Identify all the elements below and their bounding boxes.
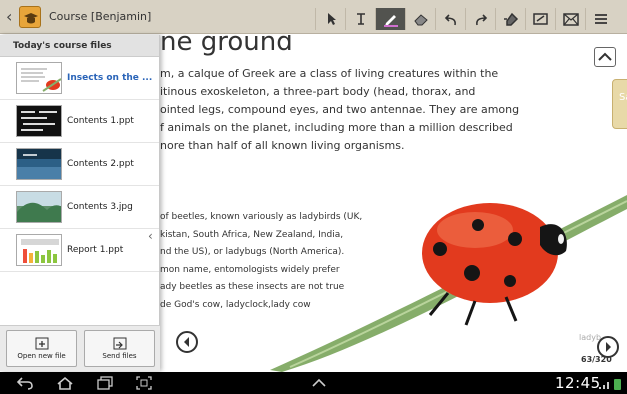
text-cursor-icon [356,13,365,25]
edit-box-icon [532,13,548,25]
ladybug-spot [433,242,447,256]
paragraph-line: nore than half of all known living organ… [160,139,405,152]
collapse-panel-icon[interactable]: ‹ [148,229,153,243]
file-thumbnail [16,62,62,94]
send-files-icon [113,337,126,350]
document-heading: ne ground [160,35,293,57]
course-app-icon[interactable] [19,6,41,28]
scroll-up-button[interactable] [594,47,616,67]
ladybug-spot [464,265,480,281]
pointer-tool-button[interactable] [315,8,345,30]
open-new-file-label: Open new file [17,352,66,360]
typography-thumbnail-icon [21,111,57,131]
file-item-contents-3[interactable]: Contents 3.jpg [0,186,159,229]
panel-actions: Open new file Send files [0,325,160,371]
file-name: Contents 2.ppt [67,159,134,169]
open-new-file-button[interactable]: Open new file [6,330,77,367]
side-tab[interactable]: Sa [612,79,627,129]
send-files-button[interactable]: Send files [84,330,155,367]
text-tool-button[interactable] [345,8,375,30]
undo-button[interactable] [435,8,465,30]
file-name: Contents 1.ppt [67,116,134,126]
recent-apps-icon[interactable] [96,376,114,390]
file-name: Contents 3.jpg [67,202,133,212]
redo-button[interactable] [465,8,495,30]
back-icon[interactable]: ‹ [6,9,16,25]
file-name: Report 1.ppt [67,245,124,255]
battery-icon [614,379,621,390]
mail-button[interactable] [555,8,585,30]
ladybug-spot [504,275,516,287]
file-thumbnail [16,191,62,223]
ladybug-spot [508,232,522,246]
arrow-right-icon [606,342,611,352]
file-item-contents-1[interactable]: Contents 1.ppt [0,100,159,143]
ladybug-image [270,195,627,372]
course-title: Course [Benjamin] [49,10,152,23]
tool-group [315,8,615,30]
ladybug-spot [472,219,484,231]
eraser-icon [413,14,428,26]
file-item-insects[interactable]: Insects on the ... [0,57,159,100]
redo-icon [475,14,487,26]
app-window: ne ground m, a calque of Greek are a cla… [0,0,627,394]
page-counter: 63/320 [581,355,612,364]
eraser-tool-button[interactable] [405,8,435,30]
file-item-contents-2[interactable]: Contents 2.ppt [0,143,159,186]
ladybug-eye [558,234,564,244]
new-file-icon [35,337,48,350]
pointer-icon [327,13,336,25]
pen-icon [383,15,398,27]
screenshot-icon[interactable] [136,376,152,390]
file-item-report-1[interactable]: Report 1.ppt [0,229,159,272]
document-thumbnail-icon [21,68,61,92]
top-toolbar: ‹ Course [Benjamin] [0,0,627,34]
file-thumbnail [16,234,62,266]
chevron-up-icon [598,52,612,61]
report-thumbnail-icon [21,239,59,263]
panel-title: Today's course files [0,35,159,57]
back-nav-icon[interactable] [16,376,34,390]
graduation-cap-icon [24,13,38,24]
arrow-left-icon [184,337,189,347]
pen-tool-button[interactable] [375,8,405,30]
chevron-up-nav-icon[interactable] [310,376,328,390]
file-name: Insects on the ... [67,73,153,83]
home-nav-icon[interactable] [56,376,74,390]
send-files-label: Send files [102,352,137,360]
edit-box-button[interactable] [525,8,555,30]
hand-write-button[interactable] [495,8,525,30]
paragraph-line: m, a calque of Greek are a class of livi… [160,67,499,80]
slide-thumbnail-icon [17,149,61,179]
menu-button[interactable] [585,8,615,30]
signal-icon [599,382,609,389]
paragraph-line: itinous exoskeleton, a three-part body (… [160,85,476,98]
mail-icon [562,12,579,26]
paragraph-line: ointed legs, compound eyes, and two ante… [160,103,520,116]
menu-icon [594,14,607,24]
paragraph-line: f animals on the planet, including more … [160,121,513,134]
file-thumbnail [16,105,62,137]
paragraph-1: m, a calque of Greek are a class of livi… [160,65,519,155]
status-clock: 12:45 [555,374,601,392]
undo-icon [444,14,456,26]
system-nav-bar: 12:45 [0,372,627,394]
photo-thumbnail-icon [17,192,61,222]
hand-pen-icon [503,12,518,26]
course-files-panel: Today's course files Insects on the ... … [0,35,160,371]
file-thumbnail [16,148,62,180]
previous-page-button[interactable] [176,331,198,353]
